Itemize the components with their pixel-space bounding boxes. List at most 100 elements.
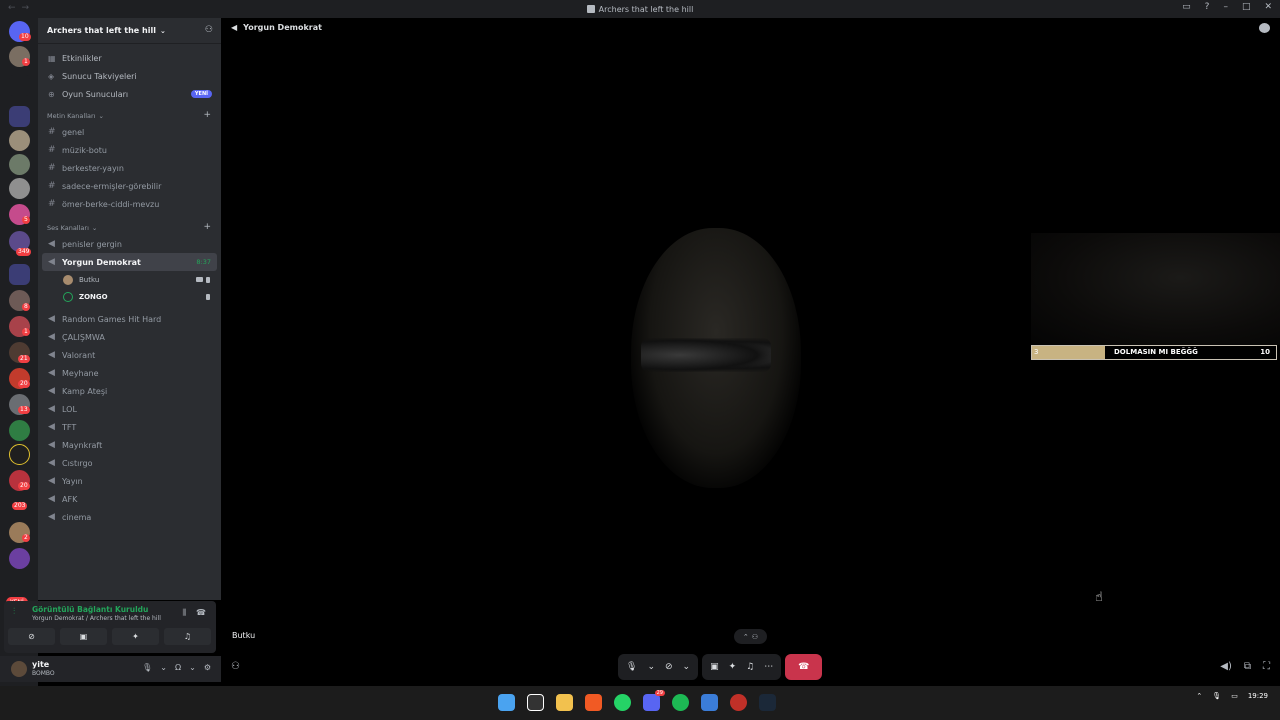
- maximize-button[interactable]: □: [1242, 2, 1251, 12]
- noise-suppression-icon[interactable]: ⫼: [182, 608, 186, 618]
- speaker-icon: ◀: [48, 404, 55, 414]
- voice-channel[interactable]: ◀ LOL: [42, 400, 217, 418]
- text-channel[interactable]: # berkester-yayın: [42, 159, 217, 177]
- voice-channel[interactable]: ◀ Valorant: [42, 346, 217, 364]
- chevron-up-icon[interactable]: ⌃: [1196, 692, 1202, 700]
- valorant-server-icon[interactable]: [9, 444, 30, 465]
- chat-bubble-icon[interactable]: [1259, 23, 1270, 33]
- text-channel[interactable]: # sadece-ermişler-görebilir: [42, 177, 217, 195]
- steam-icon[interactable]: [759, 694, 776, 711]
- chevron-down-icon: ⌄: [91, 224, 98, 232]
- inbox-icon[interactable]: ▭: [1182, 2, 1191, 12]
- fullscreen-icon[interactable]: ⛶: [1263, 661, 1270, 672]
- create-channel-icon[interactable]: +: [203, 222, 211, 232]
- voice-channel[interactable]: ◀ Cıstırgo: [42, 454, 217, 472]
- voice-member[interactable]: ZONGO: [38, 288, 221, 305]
- text-channel[interactable]: # genel: [42, 123, 217, 141]
- voice-channel[interactable]: ◀ AFK: [42, 490, 217, 508]
- avatar[interactable]: [11, 661, 27, 677]
- app-icon[interactable]: [701, 694, 718, 711]
- clock-time[interactable]: 19:29: [1248, 692, 1268, 700]
- server-icon[interactable]: [9, 130, 30, 151]
- help-icon[interactable]: ?: [1205, 2, 1210, 12]
- server-badge: 13: [18, 406, 30, 414]
- voice-channel[interactable]: ◀ Maynkraft: [42, 436, 217, 454]
- minimize-button[interactable]: –: [1223, 2, 1228, 12]
- channel-label: ömer-berke-ciddi-mevzu: [62, 199, 160, 209]
- menu-item-game-servers[interactable]: ⊕ Oyun Sunucuları YENİ: [38, 85, 221, 103]
- volume-icon[interactable]: ◀): [1220, 661, 1232, 672]
- close-button[interactable]: ✕: [1264, 2, 1272, 12]
- text-channel[interactable]: # müzik-botu: [42, 141, 217, 159]
- voice-channel[interactable]: ◀ Yayın: [42, 472, 217, 490]
- create-channel-icon[interactable]: +: [203, 110, 211, 120]
- voice-channel[interactable]: ◀ cinema: [42, 508, 217, 526]
- voice-channel[interactable]: ◀ penisler gergin: [42, 235, 217, 253]
- category-voice-channels[interactable]: Ses Kanalları ⌄ +: [38, 213, 221, 235]
- server-icon[interactable]: [9, 548, 30, 569]
- signal-icon[interactable]: ⫶: [13, 607, 23, 617]
- category-label: Ses Kanalları: [47, 224, 89, 232]
- menu-item-boosts[interactable]: ◈ Sunucu Takviyeleri: [38, 67, 221, 85]
- hash-icon: #: [48, 145, 56, 155]
- stage-channel-name: Yorgun Demokrat: [243, 23, 322, 32]
- activities-button[interactable]: ✦: [112, 628, 159, 645]
- leave-call-button[interactable]: ☎: [785, 654, 823, 680]
- file-explorer-icon[interactable]: [556, 694, 573, 711]
- voice-channel[interactable]: ◀ TFT: [42, 418, 217, 436]
- avatar: [63, 291, 73, 302]
- voice-channel[interactable]: ◀ Kamp Ateşi: [42, 382, 217, 400]
- server-header[interactable]: Archers that left the hill ⌄ ⚇: [38, 18, 221, 44]
- spotify-icon[interactable]: [672, 694, 689, 711]
- soundboard-button[interactable]: ♫: [164, 628, 211, 645]
- camera-off-icon: ⊘: [28, 632, 35, 641]
- chevron-down-icon[interactable]: ⌄: [160, 663, 167, 672]
- server-icon[interactable]: [9, 420, 30, 441]
- server-icon[interactable]: [9, 178, 30, 199]
- share-controls[interactable]: ▣ ✦ ♫ ⋯: [702, 654, 782, 680]
- discord-taskbar-icon[interactable]: 29: [643, 690, 665, 711]
- server-icon[interactable]: [9, 154, 30, 175]
- text-channel[interactable]: # ömer-berke-ciddi-mevzu: [42, 195, 217, 213]
- disconnect-icon[interactable]: ☎: [196, 608, 206, 618]
- mic-tray-icon[interactable]: 🎙︎: [1212, 692, 1221, 700]
- voice-member[interactable]: Butku: [38, 271, 221, 288]
- system-tray: ⌃ 🎙︎ ▭ 19:29: [1196, 692, 1268, 700]
- menu-item-events[interactable]: ▦ Etkinlikler: [38, 49, 221, 67]
- voice-channel-active[interactable]: ◀ Yorgun Demokrat 8:37: [42, 253, 217, 271]
- server-icon-k[interactable]: [9, 75, 30, 96]
- network-icon[interactable]: ▭: [1231, 692, 1238, 700]
- category-text-channels[interactable]: Metin Kanalları ⌄ +: [38, 103, 221, 123]
- capcut-icon[interactable]: [527, 694, 544, 711]
- main-video-highlight: [641, 338, 771, 372]
- connection-status[interactable]: Görüntülü Bağlantı Kuruldu: [32, 605, 148, 614]
- server-folder-icon[interactable]: [9, 264, 30, 285]
- server-folder-icon[interactable]: [9, 106, 30, 127]
- voice-channel[interactable]: ◀ Random Games Hit Hard: [42, 310, 217, 328]
- headphones-icon[interactable]: Ω: [175, 663, 181, 672]
- member-name: ZONGO: [79, 292, 108, 301]
- camera-off-button[interactable]: ⊘: [8, 628, 55, 645]
- whatsapp-icon[interactable]: [614, 694, 631, 711]
- settings-gear-icon[interactable]: ⚙: [204, 663, 211, 672]
- expand-participants-button[interactable]: ⌃ ⚇: [734, 629, 767, 644]
- mic-control[interactable]: 🎙︎ ⌄ ⊘ ⌄: [618, 654, 699, 680]
- microphone-icon[interactable]: 🎙︎: [142, 663, 152, 672]
- screen-share-button[interactable]: ▣: [60, 628, 107, 645]
- voice-channel[interactable]: ◀ ÇALIŞMWA: [42, 328, 217, 346]
- windows-start-icon[interactable]: [498, 694, 515, 711]
- channel-label: AFK: [62, 494, 78, 504]
- username[interactable]: yite: [32, 660, 49, 669]
- brave-browser-icon[interactable]: [585, 694, 602, 711]
- invite-people-icon[interactable]: ⚇: [205, 25, 213, 35]
- pop-out-icon[interactable]: ⧉: [1244, 661, 1251, 672]
- activity-launcher-icon[interactable]: ⚇: [231, 661, 240, 672]
- chevron-down-icon[interactable]: ⌄: [189, 663, 196, 672]
- connection-location[interactable]: Yorgun Demokrat / Archers that left the …: [32, 615, 161, 622]
- voice-channel[interactable]: ◀ Meyhane: [42, 364, 217, 382]
- speaker-icon: ◀: [231, 23, 238, 32]
- history-nav-arrows[interactable]: ←→: [8, 3, 35, 13]
- secondary-video-feed[interactable]: [1031, 233, 1280, 345]
- app-icon[interactable]: [730, 694, 747, 711]
- voice-connection-panel: ⫶ Görüntülü Bağlantı Kuruldu Yorgun Demo…: [4, 601, 216, 653]
